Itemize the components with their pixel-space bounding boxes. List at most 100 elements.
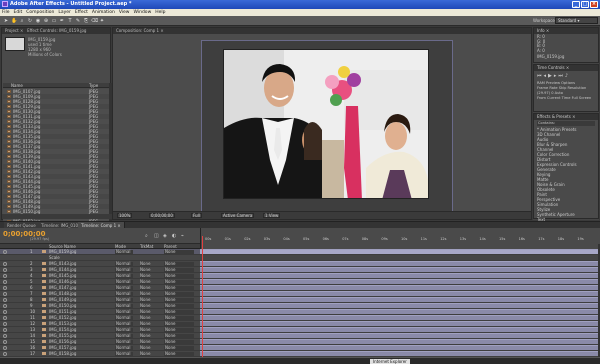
draft-3d-icon[interactable]: ◈ [163, 233, 167, 239]
blend-mode-select[interactable]: Normal [115, 298, 133, 302]
blend-mode-select[interactable]: Normal [115, 340, 133, 344]
last-frame-icon[interactable]: ⏭ [558, 73, 563, 79]
type-column-header[interactable]: Type [89, 83, 98, 88]
eye-icon[interactable] [3, 304, 7, 308]
parent-select[interactable]: None [164, 274, 194, 278]
blend-mode-select[interactable]: Normal [115, 334, 133, 338]
resolution-select[interactable]: Full [191, 213, 202, 218]
menu-item-composition[interactable]: Composition [26, 9, 54, 16]
parent-select[interactable]: None [164, 286, 194, 290]
menu-item-view[interactable]: View [119, 9, 130, 16]
trkmat-select[interactable]: None [140, 346, 150, 350]
menu-item-file[interactable]: File [2, 9, 10, 16]
hand-tool-icon[interactable]: ✋ [11, 18, 17, 24]
layer-duration-bar[interactable] [200, 297, 598, 302]
eye-icon[interactable] [3, 322, 7, 326]
trkmat-select[interactable]: None [140, 310, 150, 314]
trkmat-select[interactable]: None [140, 274, 150, 278]
menu-item-animation[interactable]: Animation [92, 9, 115, 16]
menu-item-edit[interactable]: Edit [14, 9, 23, 16]
search-layers-icon[interactable]: ⌕ [145, 233, 148, 239]
parent-select[interactable]: None [164, 340, 194, 344]
parent-select[interactable]: None [164, 304, 194, 308]
eye-icon[interactable] [3, 268, 7, 272]
eye-icon[interactable] [3, 262, 7, 266]
close-button[interactable]: × [590, 1, 598, 8]
eye-icon[interactable] [3, 328, 7, 332]
parent-select[interactable]: None [164, 310, 194, 314]
eye-icon[interactable] [3, 340, 7, 344]
trkmat-select[interactable]: None [140, 298, 150, 302]
trkmat-select[interactable]: None [140, 304, 150, 308]
text-tool-icon[interactable]: T [67, 18, 73, 24]
parent-select[interactable]: None [164, 334, 194, 338]
tab-effect-controls[interactable]: Effect Controls: IMG_0159.jpg [27, 28, 86, 33]
layer-duration-bar[interactable] [200, 351, 598, 356]
blend-mode-select[interactable]: Normal [115, 274, 133, 278]
layer-duration-bar[interactable] [200, 327, 598, 332]
trkmat-select[interactable]: None [140, 292, 150, 296]
trkmat-select[interactable]: None [140, 328, 150, 332]
blend-mode-select[interactable]: Normal [115, 280, 133, 284]
eye-icon[interactable] [3, 274, 7, 278]
blend-mode-select[interactable]: Normal [115, 322, 133, 326]
eye-icon[interactable] [3, 286, 7, 290]
trkmat-select[interactable]: None [140, 268, 150, 272]
parent-select[interactable]: None [164, 322, 194, 326]
eye-icon[interactable] [3, 346, 7, 350]
layer-duration-bar[interactable] [200, 339, 598, 344]
menu-item-effect[interactable]: Effect [75, 9, 88, 16]
next-frame-icon[interactable]: ▸ [554, 73, 557, 79]
parent-select[interactable]: None [164, 262, 194, 266]
layer-duration-bar[interactable] [200, 273, 598, 278]
comp-flowchart-icon[interactable]: ◫ [154, 233, 159, 239]
current-time-indicator[interactable] [202, 236, 203, 357]
minimize-button[interactable]: _ [572, 1, 580, 8]
time-ruler[interactable]: 00s 01s 02s 03s 04s 05s 06s 07s 08s 09s 10s 11s 12s 1… [200, 228, 600, 249]
blend-mode-select[interactable]: Normal [115, 346, 133, 350]
trkmat-select[interactable]: None [140, 334, 150, 338]
trkmat-select[interactable]: None [140, 262, 150, 266]
trkmat-select[interactable]: None [140, 352, 150, 356]
eye-icon[interactable] [3, 298, 7, 302]
layer-duration-bar[interactable] [200, 291, 598, 296]
pen-tool-icon[interactable]: ✒ [59, 18, 65, 24]
layer-duration-bar[interactable] [200, 255, 598, 260]
tab-project[interactable]: Project × [5, 28, 23, 33]
parent-select[interactable]: None [164, 346, 194, 350]
tab-composition[interactable]: Composition: Comp 1 × [116, 28, 164, 33]
layer-duration-bar[interactable] [200, 279, 598, 284]
layer-duration-bar[interactable] [200, 249, 598, 254]
menu-item-layer[interactable]: Layer [58, 9, 71, 16]
parent-select[interactable]: None [164, 328, 194, 332]
layer-duration-bar[interactable] [200, 261, 598, 266]
parent-select[interactable]: None [164, 316, 194, 320]
rotate-tool-icon[interactable]: ↻ [27, 18, 33, 24]
brush-tool-icon[interactable]: ✎ [75, 18, 81, 24]
layer-duration-bar[interactable] [200, 321, 598, 326]
blend-mode-select[interactable]: Normal [115, 286, 133, 290]
layer-duration-bar[interactable] [200, 309, 598, 314]
layer-duration-bar[interactable] [200, 267, 598, 272]
eye-icon[interactable] [3, 310, 7, 314]
layer-duration-bar[interactable] [200, 333, 598, 338]
trkmat-select[interactable]: None [140, 340, 150, 344]
trkmat-select[interactable]: None [140, 280, 150, 284]
eye-icon[interactable] [3, 280, 7, 284]
eye-icon[interactable] [3, 316, 7, 320]
motion-blur-icon[interactable]: ◐ [172, 233, 176, 239]
workspace-select[interactable]: Standard ▾ [555, 17, 598, 24]
menu-item-window[interactable]: Window [134, 9, 152, 16]
blend-mode-select[interactable]: Normal [115, 316, 133, 320]
parent-select[interactable]: None [164, 280, 194, 284]
parent-select[interactable]: None [164, 352, 194, 356]
blend-mode-select[interactable]: Normal [115, 304, 133, 308]
prev-frame-icon[interactable]: ◂ [544, 73, 547, 79]
layer-duration-bar[interactable] [200, 303, 598, 308]
parent-select[interactable]: None [164, 292, 194, 296]
trkmat-select[interactable]: None [140, 316, 150, 320]
view-layout-select[interactable]: 1 View [263, 213, 281, 218]
eye-icon[interactable] [3, 250, 7, 254]
parent-select[interactable]: None [164, 298, 194, 302]
layer-duration-bar[interactable] [200, 315, 598, 320]
